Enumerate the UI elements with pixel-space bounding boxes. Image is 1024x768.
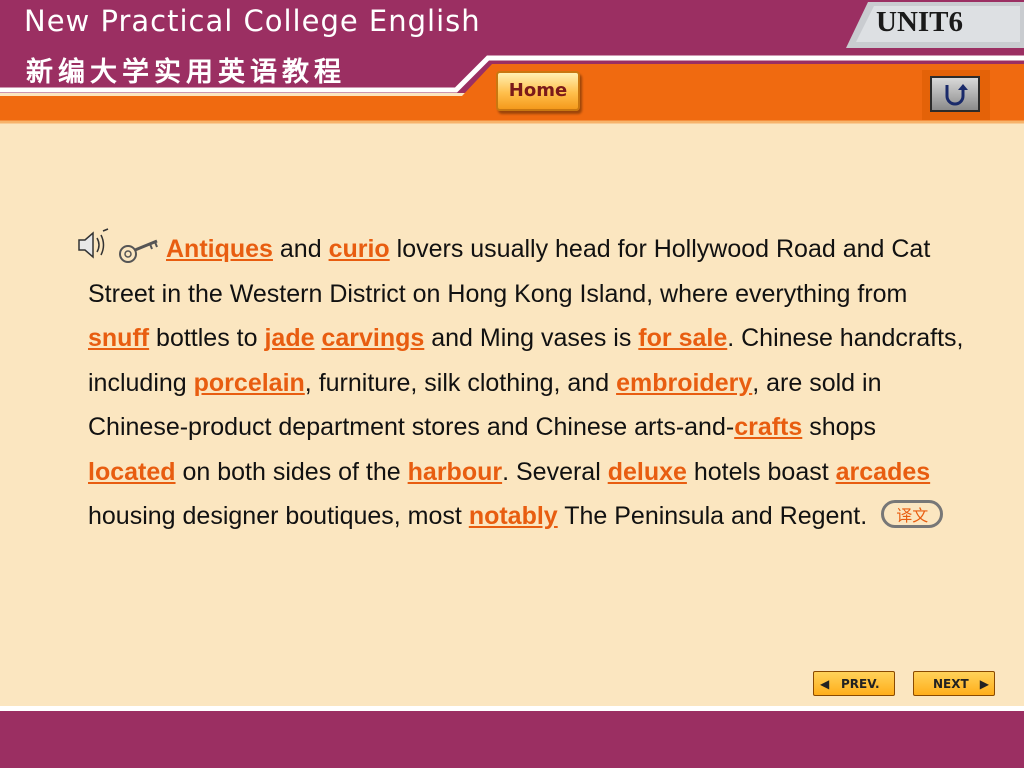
vocab-link[interactable]: jade	[264, 324, 314, 352]
passage-indent	[88, 235, 166, 263]
vocab-link[interactable]: crafts	[734, 413, 802, 441]
next-label: NEXT	[933, 677, 969, 691]
translation-button[interactable]: 译文	[881, 500, 944, 529]
vocab-link[interactable]: located	[88, 458, 176, 486]
passage-segment: bottles to	[149, 324, 265, 352]
next-button[interactable]: NEXT ▶	[913, 671, 995, 696]
prev-button[interactable]: ◀ PREV.	[813, 671, 895, 696]
left-arrow-icon: ◀	[820, 677, 830, 691]
passage-segment: , furniture, silk clothing, and	[304, 368, 617, 397]
passage-segment: on both sides of the	[175, 457, 408, 486]
unit-label: UNIT6	[876, 6, 964, 38]
passage-segment: and	[272, 235, 329, 263]
passage-segment: shops	[802, 413, 876, 441]
vocab-link[interactable]: for sale	[638, 324, 727, 352]
passage-segment: The Peninsula and Regent.	[557, 502, 868, 530]
vocab-link[interactable]: harbour	[408, 458, 502, 486]
brand-title-cn: 新编大学实用英语教程	[26, 57, 346, 88]
vocab-link[interactable]: deluxe	[608, 458, 687, 486]
prev-label: PREV.	[841, 677, 880, 691]
passage-segment: hotels boast	[686, 457, 836, 486]
return-icon	[945, 84, 968, 106]
passage-segment: and Ming vases is	[424, 324, 639, 352]
vocab-link[interactable]: arcades	[836, 458, 931, 486]
footer-bar	[0, 711, 1024, 768]
right-arrow-icon: ▶	[979, 677, 989, 691]
passage-segment: housing designer boutiques, most	[88, 502, 469, 530]
passage-segment: . Several	[502, 457, 608, 486]
vocab-link[interactable]: porcelain	[194, 369, 305, 397]
return-icon-frame	[930, 76, 980, 112]
vocab-link[interactable]: curio	[329, 235, 390, 263]
return-button[interactable]	[922, 70, 990, 120]
vocab-link[interactable]: carvings	[321, 324, 424, 352]
brand-title-en: New Practical College English	[24, 4, 481, 38]
vocab-link[interactable]: embroidery	[616, 369, 752, 397]
vocab-link[interactable]: Antiques	[166, 235, 273, 263]
home-button[interactable]: Home	[496, 71, 580, 111]
vocab-link[interactable]: snuff	[88, 324, 149, 352]
reading-passage: Antiques and curio lovers usually head f…	[88, 227, 968, 539]
vocab-link[interactable]: notably	[469, 502, 558, 530]
passage-text: Antiques and curio lovers usually head f…	[88, 235, 963, 530]
